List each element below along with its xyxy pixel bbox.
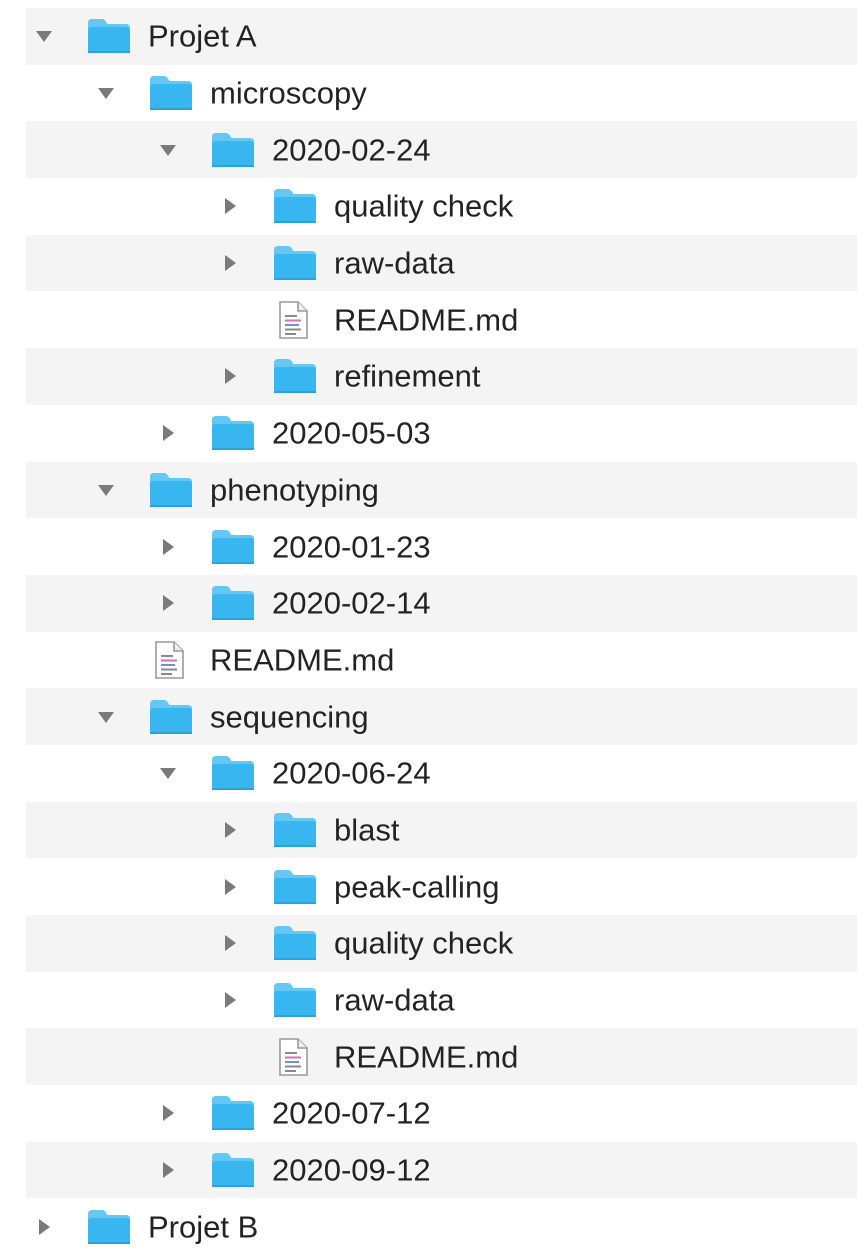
disclosure-expanded-icon[interactable]	[96, 480, 116, 500]
tree-item-label: phenotyping	[210, 472, 379, 508]
tree-folder-row-sequencing[interactable]: sequencing	[26, 688, 857, 745]
tree-folder-row-refinement[interactable]: refinement	[26, 348, 857, 405]
tree-folder-row-quality-check[interactable]: quality check	[26, 915, 857, 972]
folder-icon	[272, 867, 318, 907]
tree-item-label: quality check	[334, 188, 514, 224]
tree-file-row-readme-md[interactable]: README.md	[26, 1028, 857, 1086]
tree-item-label: 2020-07-12	[272, 1095, 431, 1131]
tree-item-label: README.md	[334, 1039, 519, 1075]
tree-item-label: 2020-02-24	[272, 132, 431, 168]
folder-icon	[272, 243, 318, 283]
folder-icon	[86, 1207, 132, 1247]
tree-item-label: peak-calling	[334, 869, 500, 905]
tree-item-label: 2020-02-14	[272, 585, 431, 621]
disclosure-collapsed-icon[interactable]	[220, 366, 240, 386]
tree-item-label: 2020-05-03	[272, 415, 431, 451]
markdown-file-icon	[152, 640, 186, 680]
tree-item-label: refinement	[334, 358, 481, 394]
folder-icon	[210, 583, 256, 623]
folder-icon	[272, 356, 318, 396]
tree-item-label: 2020-09-12	[272, 1152, 431, 1188]
disclosure-collapsed-icon[interactable]	[34, 1217, 54, 1237]
tree-folder-row-2020-02-14[interactable]: 2020-02-14	[26, 574, 857, 632]
disclosure-collapsed-icon[interactable]	[220, 253, 240, 273]
disclosure-expanded-icon[interactable]	[34, 26, 54, 46]
tree-folder-row-projet-a[interactable]: Projet A	[26, 8, 857, 65]
disclosure-collapsed-icon[interactable]	[158, 537, 178, 557]
disclosure-collapsed-icon[interactable]	[158, 423, 178, 443]
tree-folder-row-peak-calling[interactable]: peak-calling	[26, 858, 857, 915]
tree-item-label: sequencing	[210, 699, 369, 735]
tree-item-label: quality check	[334, 925, 514, 961]
folder-icon	[148, 73, 194, 113]
disclosure-expanded-icon[interactable]	[158, 763, 178, 783]
tree-item-label: microscopy	[210, 75, 367, 111]
tree-folder-row-2020-09-12[interactable]: 2020-09-12	[26, 1141, 857, 1199]
folder-icon	[210, 413, 256, 453]
file-tree: Projet A microscopy 2020-02-24 quality chec…	[26, 8, 857, 1255]
tree-folder-row-2020-02-24[interactable]: 2020-02-24	[26, 121, 857, 179]
tree-file-row-readme-md[interactable]: README.md	[26, 632, 857, 689]
tree-file-row-readme-md[interactable]: README.md	[26, 291, 857, 348]
tree-folder-row-phenotyping[interactable]: phenotyping	[26, 461, 857, 519]
tree-folder-row-2020-07-12[interactable]: 2020-07-12	[26, 1085, 857, 1142]
tree-item-label: Projet A	[148, 18, 257, 54]
tree-item-label: 2020-06-24	[272, 755, 431, 791]
folder-icon	[210, 130, 256, 170]
folder-icon	[272, 810, 318, 850]
disclosure-collapsed-icon[interactable]	[220, 990, 240, 1010]
folder-icon	[210, 527, 256, 567]
disclosure-collapsed-icon[interactable]	[220, 933, 240, 953]
tree-folder-row-2020-05-03[interactable]: 2020-05-03	[26, 405, 857, 462]
tree-item-label: README.md	[334, 302, 519, 338]
disclosure-collapsed-icon[interactable]	[220, 196, 240, 216]
tree-item-label: raw-data	[334, 245, 455, 281]
markdown-file-icon	[276, 1037, 310, 1077]
folder-icon	[272, 186, 318, 226]
disclosure-collapsed-icon[interactable]	[158, 593, 178, 613]
tree-folder-row-projet-b[interactable]: Projet B	[26, 1198, 857, 1255]
tree-item-label: README.md	[210, 642, 395, 678]
tree-folder-row-microscopy[interactable]: microscopy	[26, 65, 857, 122]
folder-icon	[210, 1150, 256, 1190]
folder-icon	[272, 980, 318, 1020]
folder-icon	[148, 697, 194, 737]
markdown-file-icon	[276, 300, 310, 340]
tree-item-label: 2020-01-23	[272, 529, 431, 565]
disclosure-collapsed-icon[interactable]	[158, 1103, 178, 1123]
folder-icon	[148, 470, 194, 510]
folder-icon	[210, 1093, 256, 1133]
folder-icon	[272, 923, 318, 963]
tree-item-label: blast	[334, 812, 400, 848]
tree-item-label: raw-data	[334, 982, 455, 1018]
tree-folder-row-2020-01-23[interactable]: 2020-01-23	[26, 518, 857, 575]
disclosure-expanded-icon[interactable]	[96, 707, 116, 727]
tree-folder-row-2020-06-24[interactable]: 2020-06-24	[26, 745, 857, 802]
tree-folder-row-quality-check[interactable]: quality check	[26, 178, 857, 235]
tree-item-label: Projet B	[148, 1209, 259, 1245]
tree-folder-row-blast[interactable]: blast	[26, 801, 857, 859]
disclosure-expanded-icon[interactable]	[96, 83, 116, 103]
tree-folder-row-raw-data[interactable]: raw-data	[26, 972, 857, 1029]
folder-icon	[210, 753, 256, 793]
disclosure-expanded-icon[interactable]	[158, 140, 178, 160]
folder-icon	[86, 16, 132, 56]
disclosure-collapsed-icon[interactable]	[158, 1160, 178, 1180]
disclosure-collapsed-icon[interactable]	[220, 820, 240, 840]
tree-folder-row-raw-data[interactable]: raw-data	[26, 234, 857, 292]
disclosure-collapsed-icon[interactable]	[220, 877, 240, 897]
